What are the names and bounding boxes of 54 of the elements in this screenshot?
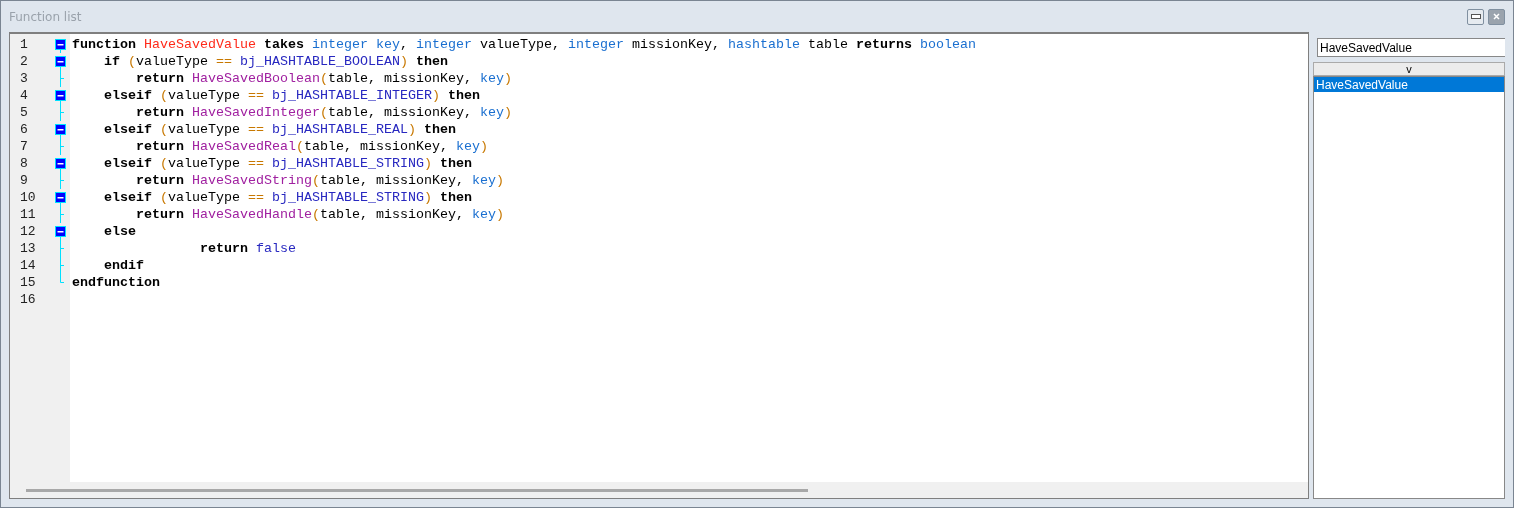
line-number: 11 — [19, 207, 37, 222]
line-number: 4 — [19, 88, 29, 103]
code-line: elseif (valueType == bj_HASHTABLE_STRING) then — [103, 189, 473, 206]
fold-line-icon — [59, 70, 64, 87]
collapse-icon[interactable] — [54, 90, 66, 104]
code-line: elseif (valueType == bj_HASHTABLE_INTEGER) then — [103, 87, 481, 104]
line-number: 7 — [19, 139, 29, 154]
line-number: 10 — [19, 190, 37, 205]
code-line: elseif (valueType == bj_HASHTABLE_REAL) then — [103, 121, 457, 138]
code-line: return HaveSavedString(table, missionKey, key) — [135, 172, 505, 189]
code-line: endfunction — [72, 274, 161, 291]
code-line: return HaveSavedHandle(table, missionKey, key) — [135, 206, 505, 223]
code-editor[interactable] — [9, 32, 1309, 499]
fold-line-icon — [59, 138, 64, 155]
collapse-icon[interactable] — [54, 56, 66, 70]
line-number: 14 — [19, 258, 37, 273]
line-number: 13 — [19, 241, 37, 256]
code-line: elseif (valueType == bj_HASHTABLE_STRING) then — [103, 155, 473, 172]
scrollbar-thumb[interactable] — [26, 488, 808, 492]
line-number: 9 — [19, 173, 29, 188]
search-field[interactable]: HaveSavedValue — [1317, 38, 1505, 57]
toggle-button[interactable]: v — [1313, 62, 1505, 76]
fold-line-icon — [59, 206, 64, 223]
code-line: return false — [198, 240, 297, 257]
close-icon — [1493, 13, 1500, 20]
code-line: endif — [103, 257, 145, 274]
close-button[interactable] — [1488, 8, 1505, 25]
code-line: else — [103, 223, 137, 240]
fold-end-icon — [59, 274, 64, 283]
code-line: if (valueType == bj_HASHTABLE_BOOLEAN) then — [103, 53, 449, 70]
minimize-button[interactable] — [1467, 8, 1484, 25]
code-line: function HaveSavedValue takes integer key, integer valueType, integer missionKey, hashtable table returns boolean — [72, 36, 977, 53]
list-item[interactable]: HaveSavedValue — [1314, 77, 1504, 92]
collapse-icon[interactable] — [54, 192, 66, 206]
code-line: return HaveSavedReal(table, missionKey, key) — [135, 138, 489, 155]
fold-line-icon — [59, 104, 64, 121]
line-number: 16 — [19, 292, 37, 307]
line-number: 12 — [19, 224, 37, 239]
line-number: 3 — [19, 71, 29, 86]
line-number: 15 — [19, 275, 37, 290]
line-number: 6 — [19, 122, 29, 137]
line-number: 5 — [19, 105, 29, 120]
line-number: 1 — [19, 37, 29, 52]
line-number: 8 — [19, 156, 29, 171]
minimize-icon — [1470, 14, 1481, 19]
collapse-icon[interactable] — [54, 226, 66, 240]
line-number: 2 — [19, 54, 29, 69]
code-line: return HaveSavedInteger(table, missionKey, key) — [135, 104, 513, 121]
collapse-icon[interactable] — [54, 39, 66, 53]
fold-line-icon — [59, 172, 64, 189]
window-title: Function list — [9, 9, 82, 24]
code-line: return HaveSavedBoolean(table, missionKey, key) — [135, 70, 513, 87]
collapse-icon[interactable] — [54, 124, 66, 138]
collapse-icon[interactable] — [54, 158, 66, 172]
